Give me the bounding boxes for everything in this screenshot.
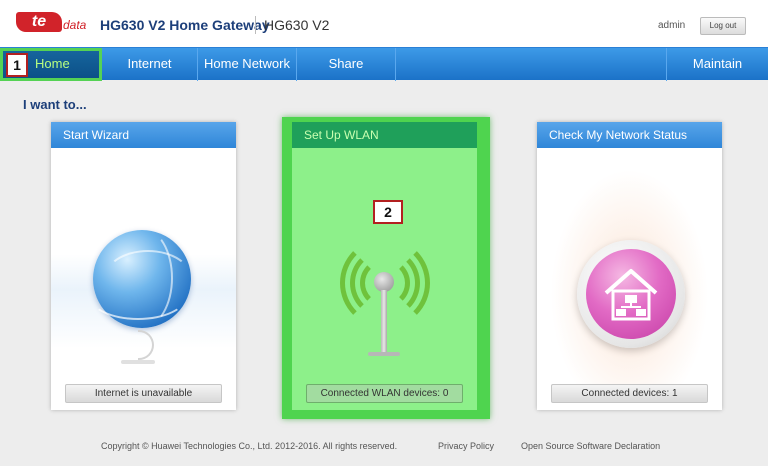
- nav-item-share[interactable]: Share: [297, 48, 395, 81]
- step-marker-2: 2: [373, 200, 403, 224]
- globe-stand-base: [121, 360, 155, 364]
- oss-declaration-link[interactable]: Open Source Software Declaration: [521, 441, 660, 451]
- globe-stand: [138, 330, 154, 360]
- title-divider: [255, 16, 256, 34]
- section-title: I want to...: [23, 97, 87, 112]
- card-title: Set Up WLAN: [292, 122, 477, 148]
- card-set-up-wlan[interactable]: Set Up WLAN Connected WLAN devices: 0: [292, 122, 477, 410]
- card-title: Start Wizard: [51, 122, 236, 148]
- header: te data HG630 V2 Home Gateway HG630 V2 a…: [0, 0, 768, 48]
- globe-icon: [88, 228, 193, 328]
- wlan-devices-status: Connected WLAN devices: 0: [306, 384, 463, 403]
- logout-button[interactable]: Log out: [700, 17, 746, 35]
- copyright-text: Copyright © Huawei Technologies Co., Ltd…: [101, 441, 398, 451]
- nav-item-internet[interactable]: Internet: [102, 48, 197, 81]
- nav-home-label: Home: [35, 56, 70, 71]
- step-marker-1: 1: [6, 53, 28, 77]
- logo-te: te: [16, 12, 62, 32]
- internet-status: Internet is unavailable: [65, 384, 222, 403]
- te-data-logo[interactable]: te data: [16, 12, 86, 34]
- wifi-antenna-icon: [292, 148, 477, 384]
- current-user: admin: [658, 20, 686, 31]
- logo-data: data: [63, 18, 87, 32]
- connected-devices-status: Connected devices: 1: [551, 384, 708, 403]
- privacy-policy-link[interactable]: Privacy Policy: [438, 441, 494, 451]
- nav-item-maintain[interactable]: Maintain: [667, 48, 768, 81]
- card-start-wizard[interactable]: Start Wizard Internet is unavailable: [51, 122, 236, 410]
- home-network-icon: [586, 249, 676, 339]
- product-model: HG630 V2: [264, 17, 330, 33]
- card-title: Check My Network Status: [537, 122, 722, 148]
- nav-divider: [395, 48, 396, 81]
- card-illustration: [537, 148, 722, 384]
- nav-item-home-network[interactable]: Home Network: [198, 48, 296, 81]
- product-title: HG630 V2 Home Gateway: [100, 17, 270, 33]
- card-check-network-status[interactable]: Check My Network Status Connected device…: [537, 122, 722, 410]
- main-nav: Home 1 Internet Home Network Share Maint…: [0, 47, 768, 81]
- card-illustration: [51, 148, 236, 384]
